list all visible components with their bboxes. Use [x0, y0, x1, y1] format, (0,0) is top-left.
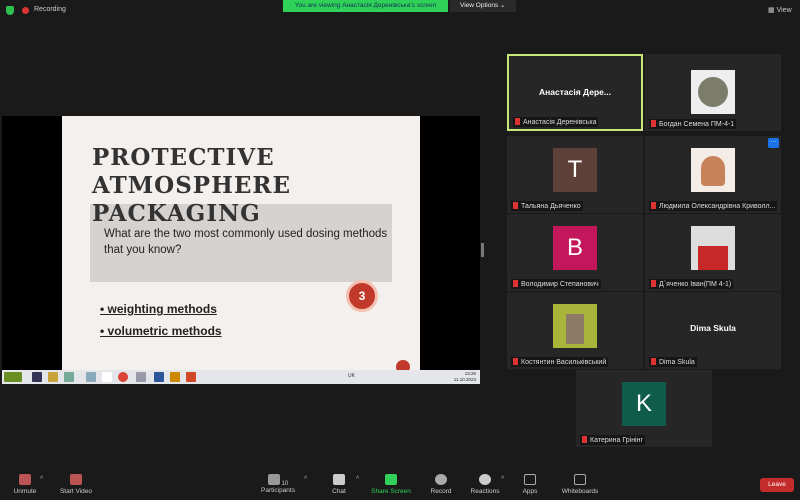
view-button[interactable]: ▦ View — [768, 6, 792, 14]
chevron-down-icon: ⌄ — [500, 2, 506, 9]
grid-icon: ▦ — [768, 7, 775, 14]
reactions-label: Reactions — [470, 488, 500, 495]
microphone-muted-icon — [19, 474, 31, 485]
participants-label: Participants — [261, 487, 295, 494]
video-tile[interactable]: Dima Skula Dima Skula — [645, 292, 781, 369]
bullet-text: weighting methods — [107, 302, 217, 316]
chat-icon — [333, 474, 345, 485]
video-tile[interactable]: ··· Людмила Олександрівна Криволл... — [645, 136, 781, 213]
slide-title-line2: PACKAGING — [92, 200, 261, 227]
chat-label: Chat — [332, 488, 346, 495]
view-options-label: View Options — [460, 2, 499, 9]
apps-label: Apps — [522, 488, 538, 495]
file-icon — [102, 372, 112, 382]
unmute-label: Unmute — [13, 488, 37, 495]
avatar: T — [553, 148, 597, 192]
slide-title: PROTECTIVE ATMOSPHERE PACKAGING — [92, 144, 420, 228]
video-tile[interactable]: Анастасія Дере... Анастасія Деренівська — [507, 54, 643, 131]
view-label: View — [776, 7, 792, 14]
chrome-icon — [118, 372, 128, 382]
participant-name: Людмила Олександрівна Криволл... — [649, 201, 777, 211]
app-icon — [48, 372, 58, 382]
avatar: B — [553, 226, 597, 270]
reactions-icon — [479, 474, 491, 485]
participant-name: Д`яченко Іван(ПМ 4-1) — [649, 279, 734, 289]
slide-title-line1: PROTECTIVE ATMOSPHERE — [92, 144, 292, 199]
shared-screen: PROTECTIVE ATMOSPHERE PACKAGING What are … — [2, 116, 480, 384]
whiteboards-button[interactable]: Whiteboards — [550, 474, 610, 495]
chat-button[interactable]: Chat — [309, 474, 369, 495]
video-off-icon — [70, 474, 82, 485]
remote-taskbar: UK 13:26 11.10.2023 — [2, 370, 480, 384]
participant-name: Володимир Степанович — [511, 279, 601, 289]
participant-name: Анастасія Деренівська — [513, 117, 599, 127]
meeting-toolbar: Unmute ^ Start Video 10 Participants ^ Ch… — [0, 466, 800, 500]
recording-icon — [22, 7, 29, 14]
bullet-text: volumetric methods — [107, 324, 222, 338]
recording-label: Recording — [34, 6, 66, 13]
language-indicator: UK — [348, 373, 355, 379]
whiteboard-icon — [574, 474, 586, 485]
presentation-slide: PROTECTIVE ATMOSPHERE PACKAGING What are … — [62, 116, 420, 374]
bullet-2: • volumetric methods — [100, 324, 222, 338]
chat-options-chevron[interactable]: ^ — [356, 476, 359, 483]
view-options-button[interactable]: View Options ⌄ — [450, 0, 516, 12]
start-icon — [4, 372, 22, 382]
participants-options-chevron[interactable]: ^ — [304, 476, 307, 483]
screen-share-banner: You are viewing Анастасія Деренівська's … — [283, 0, 448, 12]
clock: 13:26 11.10.2023 — [454, 371, 476, 383]
avatar-photo — [691, 70, 735, 114]
app-icon — [86, 372, 96, 382]
participants-button[interactable]: 10 Participants — [248, 474, 308, 494]
video-tile[interactable]: Д`яченко Іван(ПМ 4-1) — [645, 214, 781, 291]
app-icon — [170, 372, 180, 382]
video-tile[interactable]: Богдан Семена ПМ-4-1 — [645, 54, 781, 131]
video-tile[interactable]: K Катерина Грінінг — [576, 370, 712, 447]
participant-name: Костянтин Васильківський — [511, 357, 609, 367]
clock-date: 11.10.2023 — [453, 377, 476, 382]
word-icon — [154, 372, 164, 382]
avatar-photo — [691, 226, 735, 270]
slide-number-badge: 3 — [346, 280, 378, 312]
app-icon — [136, 372, 146, 382]
avatar-photo — [553, 304, 597, 348]
avatar: K — [622, 382, 666, 426]
start-video-button[interactable]: Start Video — [46, 474, 106, 495]
share-screen-label: Share Screen — [371, 488, 411, 495]
record-icon — [435, 474, 447, 485]
avatar-photo — [691, 148, 735, 192]
participant-name: Тальяна Дьяченко — [511, 201, 583, 211]
slide-question: What are the two most commonly used dosi… — [104, 228, 388, 256]
bullet-1: • weighting methods — [100, 302, 217, 316]
participant-display-name: Анастасія Дере... — [539, 87, 611, 97]
app-icon — [64, 372, 74, 382]
more-options-button[interactable]: ··· — [768, 138, 779, 148]
shield-icon[interactable] — [6, 6, 14, 15]
start-video-label: Start Video — [59, 488, 93, 495]
participant-name: Dima Skula — [649, 357, 697, 367]
record-label: Record — [430, 488, 452, 495]
audio-options-chevron[interactable]: ^ — [40, 476, 43, 483]
video-tile[interactable]: T Тальяна Дьяченко — [507, 136, 643, 213]
app-icon — [32, 372, 42, 382]
apps-icon — [524, 474, 536, 485]
participant-name: Богдан Семена ПМ-4-1 — [649, 119, 737, 129]
video-tile[interactable]: B Володимир Степанович — [507, 214, 643, 291]
top-bar: Recording You are viewing Анастасія Дере… — [0, 0, 800, 22]
split-resize-handle[interactable] — [481, 243, 484, 257]
leave-button[interactable]: Leave — [760, 478, 794, 492]
video-tile[interactable]: Костянтин Васильківський — [507, 292, 643, 369]
participants-icon — [267, 474, 280, 485]
participant-display-name: Dima Skula — [690, 323, 736, 333]
whiteboards-label: Whiteboards — [561, 488, 599, 495]
share-screen-icon — [385, 474, 397, 485]
participant-name: Катерина Грінінг — [580, 435, 646, 445]
powerpoint-icon — [186, 372, 196, 382]
